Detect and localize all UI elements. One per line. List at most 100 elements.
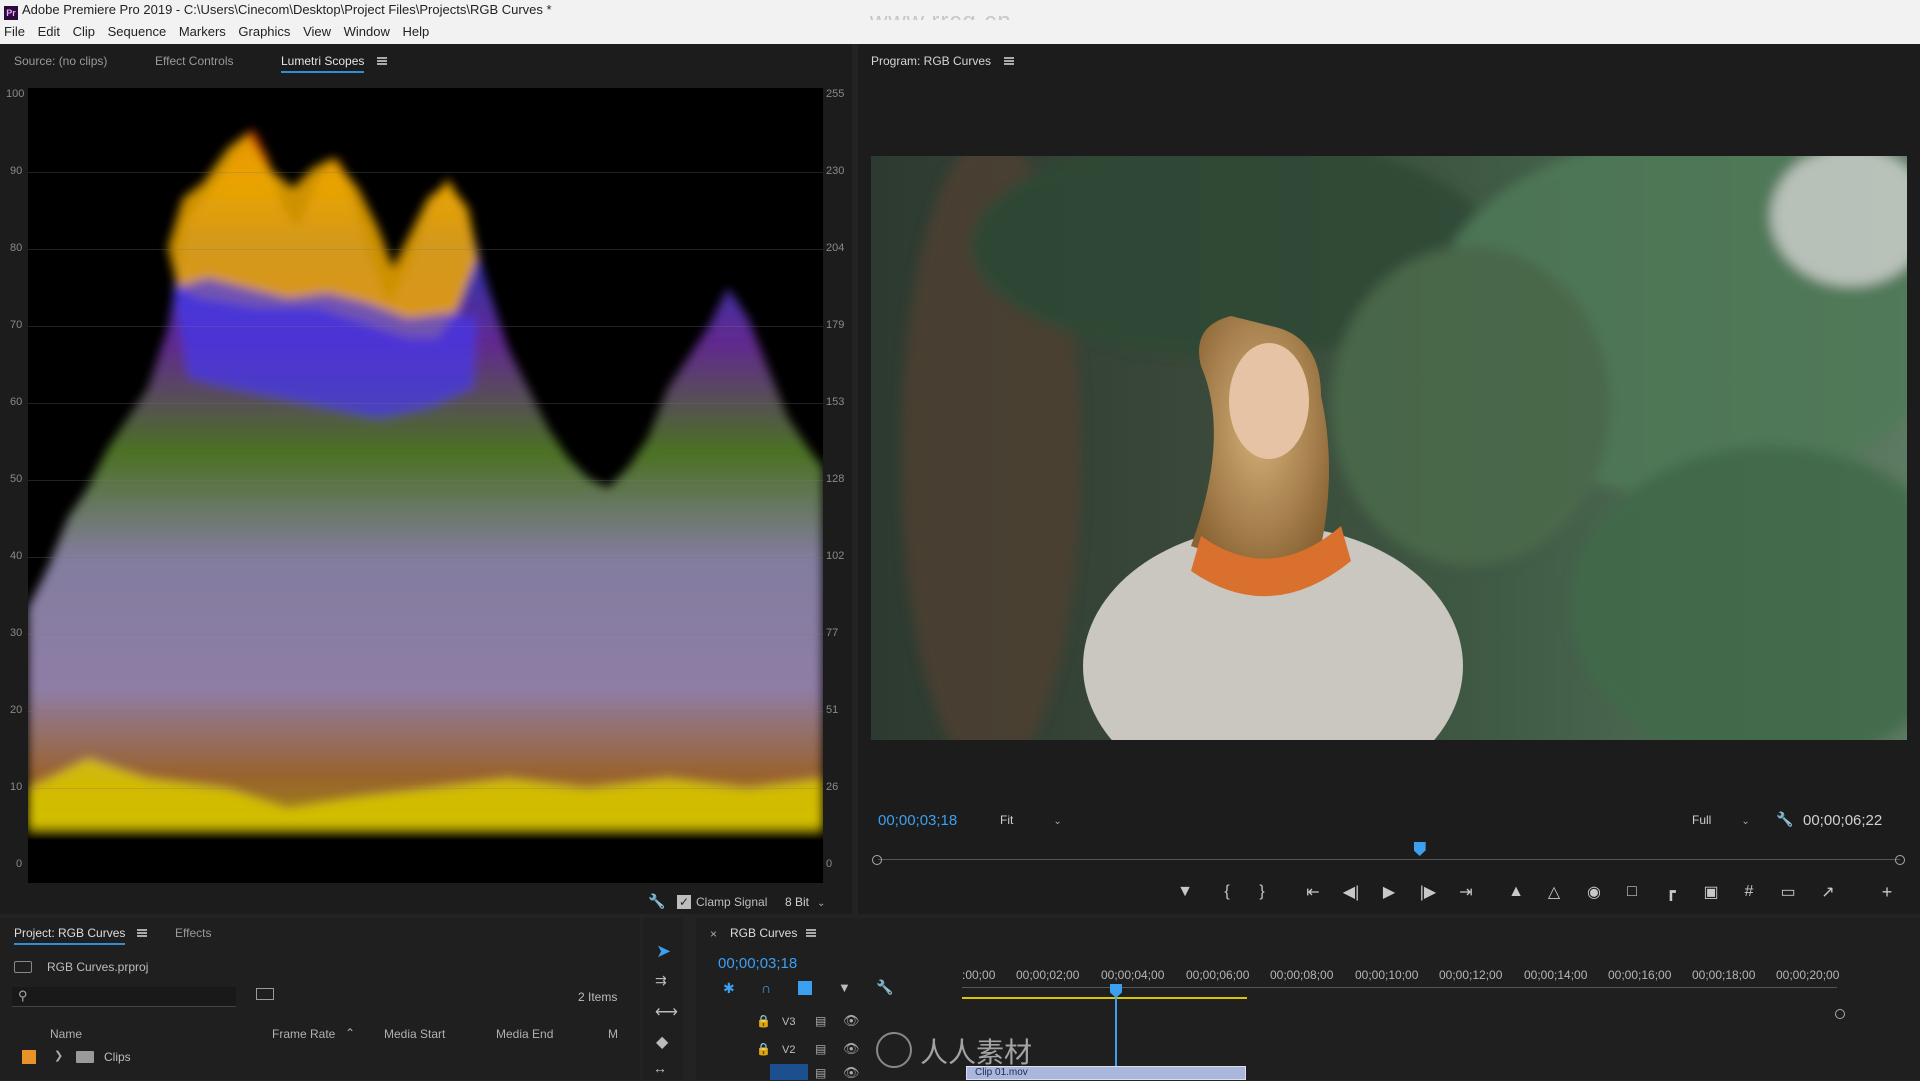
- lock-icon[interactable]: 🔒: [756, 1014, 771, 1028]
- program-current-timecode[interactable]: 00;00;03;18: [878, 812, 957, 829]
- settings-wrench-icon[interactable]: 🔧: [1776, 811, 1793, 828]
- sync-lock-icon[interactable]: ▤: [815, 1042, 826, 1056]
- tab-lumetri-scopes[interactable]: Lumetri Scopes: [281, 54, 365, 73]
- sort-ascending-icon[interactable]: ⌃: [345, 1026, 355, 1040]
- timeline-ruler[interactable]: [962, 987, 1837, 988]
- project-file-name: RGB Curves.prproj: [47, 960, 149, 974]
- person-face: [1229, 343, 1309, 459]
- menu-sequence[interactable]: Sequence: [108, 24, 167, 39]
- wrench-icon[interactable]: 🔧: [648, 893, 665, 910]
- new-bin-folder-icon[interactable]: [256, 988, 274, 1000]
- toggle-proxies-icon[interactable]: ▭: [1777, 882, 1799, 902]
- column-media-end[interactable]: Media End: [496, 1027, 553, 1041]
- scrub-out-handle[interactable]: [1895, 855, 1905, 865]
- extract-icon[interactable]: △: [1543, 882, 1565, 902]
- scope-scale-right: 153: [826, 396, 845, 408]
- mark-in-icon[interactable]: {: [1216, 882, 1238, 902]
- tab-project[interactable]: Project: RGB Curves: [14, 926, 126, 945]
- sync-lock-icon[interactable]: ▤: [815, 1014, 826, 1028]
- tab-effect-controls[interactable]: Effect Controls: [155, 54, 233, 68]
- snap-magnet-icon[interactable]: ∩: [761, 980, 771, 996]
- mark-out-icon[interactable]: }: [1251, 882, 1273, 902]
- safe-margins-icon[interactable]: #: [1738, 882, 1760, 902]
- eye-icon[interactable]: 👁: [843, 1041, 860, 1057]
- menu-clip[interactable]: Clip: [73, 24, 95, 39]
- window-title: Adobe Premiere Pro 2019 - C:\Users\Cinec…: [22, 2, 552, 17]
- step-forward-icon[interactable]: |▶: [1417, 882, 1439, 902]
- scope-scale-left: 70: [10, 319, 23, 331]
- menu-edit[interactable]: Edit: [38, 24, 60, 39]
- menu-markers[interactable]: Markers: [179, 24, 226, 39]
- add-marker-icon[interactable]: ▼: [838, 980, 851, 995]
- ruler-tick-label: 00;00;12;00: [1439, 968, 1503, 982]
- program-video-frame[interactable]: [871, 156, 1907, 740]
- tab-source[interactable]: Source: (no clips): [14, 54, 107, 68]
- column-media-start[interactable]: Media Start: [384, 1027, 445, 1041]
- lift-icon[interactable]: ▲: [1505, 882, 1527, 902]
- scope-scale-right: 204: [826, 242, 845, 254]
- column-name[interactable]: Name: [50, 1027, 82, 1041]
- menu-graphics[interactable]: Graphics: [238, 24, 290, 39]
- program-panel-menu-icon[interactable]: [1004, 57, 1014, 65]
- menu-file[interactable]: File: [4, 24, 25, 39]
- sync-lock-icon[interactable]: ▤: [815, 1066, 826, 1080]
- slip-tool-icon[interactable]: ↔: [653, 1060, 667, 1076]
- play-icon[interactable]: ▶: [1378, 882, 1400, 902]
- ripple-edit-tool-icon[interactable]: ⟷: [655, 1002, 678, 1022]
- ruler-tick-label: 00;00;18;00: [1692, 968, 1756, 982]
- program-duration-timecode: 00;00;06;22: [1803, 812, 1883, 829]
- menu-window[interactable]: Window: [344, 24, 390, 39]
- linked-selection-icon[interactable]: [798, 981, 812, 995]
- vr-video-icon[interactable]: ↗: [1817, 882, 1839, 902]
- comparison-view-icon[interactable]: ▣: [1700, 882, 1722, 902]
- timeline-panel-menu-icon[interactable]: [806, 929, 816, 937]
- tab-sequence[interactable]: RGB Curves: [730, 926, 797, 943]
- step-back-icon[interactable]: ◀​|: [1340, 882, 1362, 902]
- list-item[interactable]: ❯ Clips: [0, 1044, 640, 1070]
- add-marker-icon[interactable]: ▼: [1174, 882, 1196, 902]
- playback-resolution-select[interactable]: Full ⌄: [1692, 810, 1750, 830]
- scrub-in-handle[interactable]: [872, 855, 882, 865]
- column-media-more[interactable]: M: [608, 1027, 618, 1041]
- eye-icon[interactable]: 👁: [843, 1065, 860, 1081]
- ruler-tick-label: 00;00;08;00: [1270, 968, 1334, 982]
- nest-sequence-icon[interactable]: ✱: [723, 980, 735, 997]
- scope-scale-left: 40: [10, 550, 23, 562]
- track-target-v1[interactable]: [770, 1064, 808, 1080]
- timeline-timecode[interactable]: 00;00;03;18: [718, 955, 797, 972]
- overwrite-icon[interactable]: ┏: [1660, 882, 1682, 902]
- track-label-v2[interactable]: V2: [782, 1044, 795, 1056]
- menu-view[interactable]: View: [303, 24, 331, 39]
- program-scrub-bar[interactable]: [878, 859, 1900, 860]
- lock-icon[interactable]: 🔒: [756, 1042, 771, 1056]
- project-panel-menu-icon[interactable]: [137, 929, 147, 937]
- timeline-settings-wrench-icon[interactable]: 🔧: [876, 979, 893, 996]
- menu-help[interactable]: Help: [403, 24, 430, 39]
- track-label-v3[interactable]: V3: [782, 1016, 795, 1028]
- work-area-bar[interactable]: [962, 997, 1247, 999]
- lumetri-panel-menu-icon[interactable]: [377, 57, 387, 65]
- clamp-signal-checkbox[interactable]: ✓: [677, 895, 691, 909]
- eye-icon[interactable]: 👁: [843, 1013, 860, 1029]
- insert-icon[interactable]: □: [1621, 882, 1643, 902]
- video-still-image: [871, 156, 1907, 740]
- selection-tool-icon[interactable]: ➤: [656, 941, 671, 962]
- project-search-input[interactable]: [12, 987, 236, 1007]
- track-select-tool-icon[interactable]: ⇉: [655, 972, 667, 989]
- close-icon[interactable]: ×: [710, 927, 717, 941]
- razor-tool-icon[interactable]: ◆: [656, 1032, 668, 1052]
- column-frame-rate[interactable]: Frame Rate: [272, 1027, 335, 1041]
- scope-gridline: [28, 788, 823, 789]
- button-editor-plus-icon[interactable]: +: [1876, 882, 1898, 902]
- bit-depth-select[interactable]: 8 Bit ⌄: [785, 892, 825, 912]
- chevron-right-icon[interactable]: ❯: [54, 1049, 63, 1062]
- go-to-in-icon[interactable]: ⇤: [1302, 882, 1324, 902]
- timeline-zoom-handle[interactable]: [1835, 1009, 1845, 1019]
- go-to-out-icon[interactable]: ⇥: [1455, 882, 1477, 902]
- tab-effects[interactable]: Effects: [175, 926, 211, 940]
- label-color-swatch[interactable]: [22, 1050, 36, 1064]
- export-frame-camera-icon[interactable]: ◉: [1583, 882, 1605, 902]
- fit-zoom-select[interactable]: Fit ⌄: [1000, 810, 1062, 830]
- program-monitor-title[interactable]: Program: RGB Curves: [871, 54, 991, 71]
- ruler-tick-label: 00;00;02;00: [1016, 968, 1080, 982]
